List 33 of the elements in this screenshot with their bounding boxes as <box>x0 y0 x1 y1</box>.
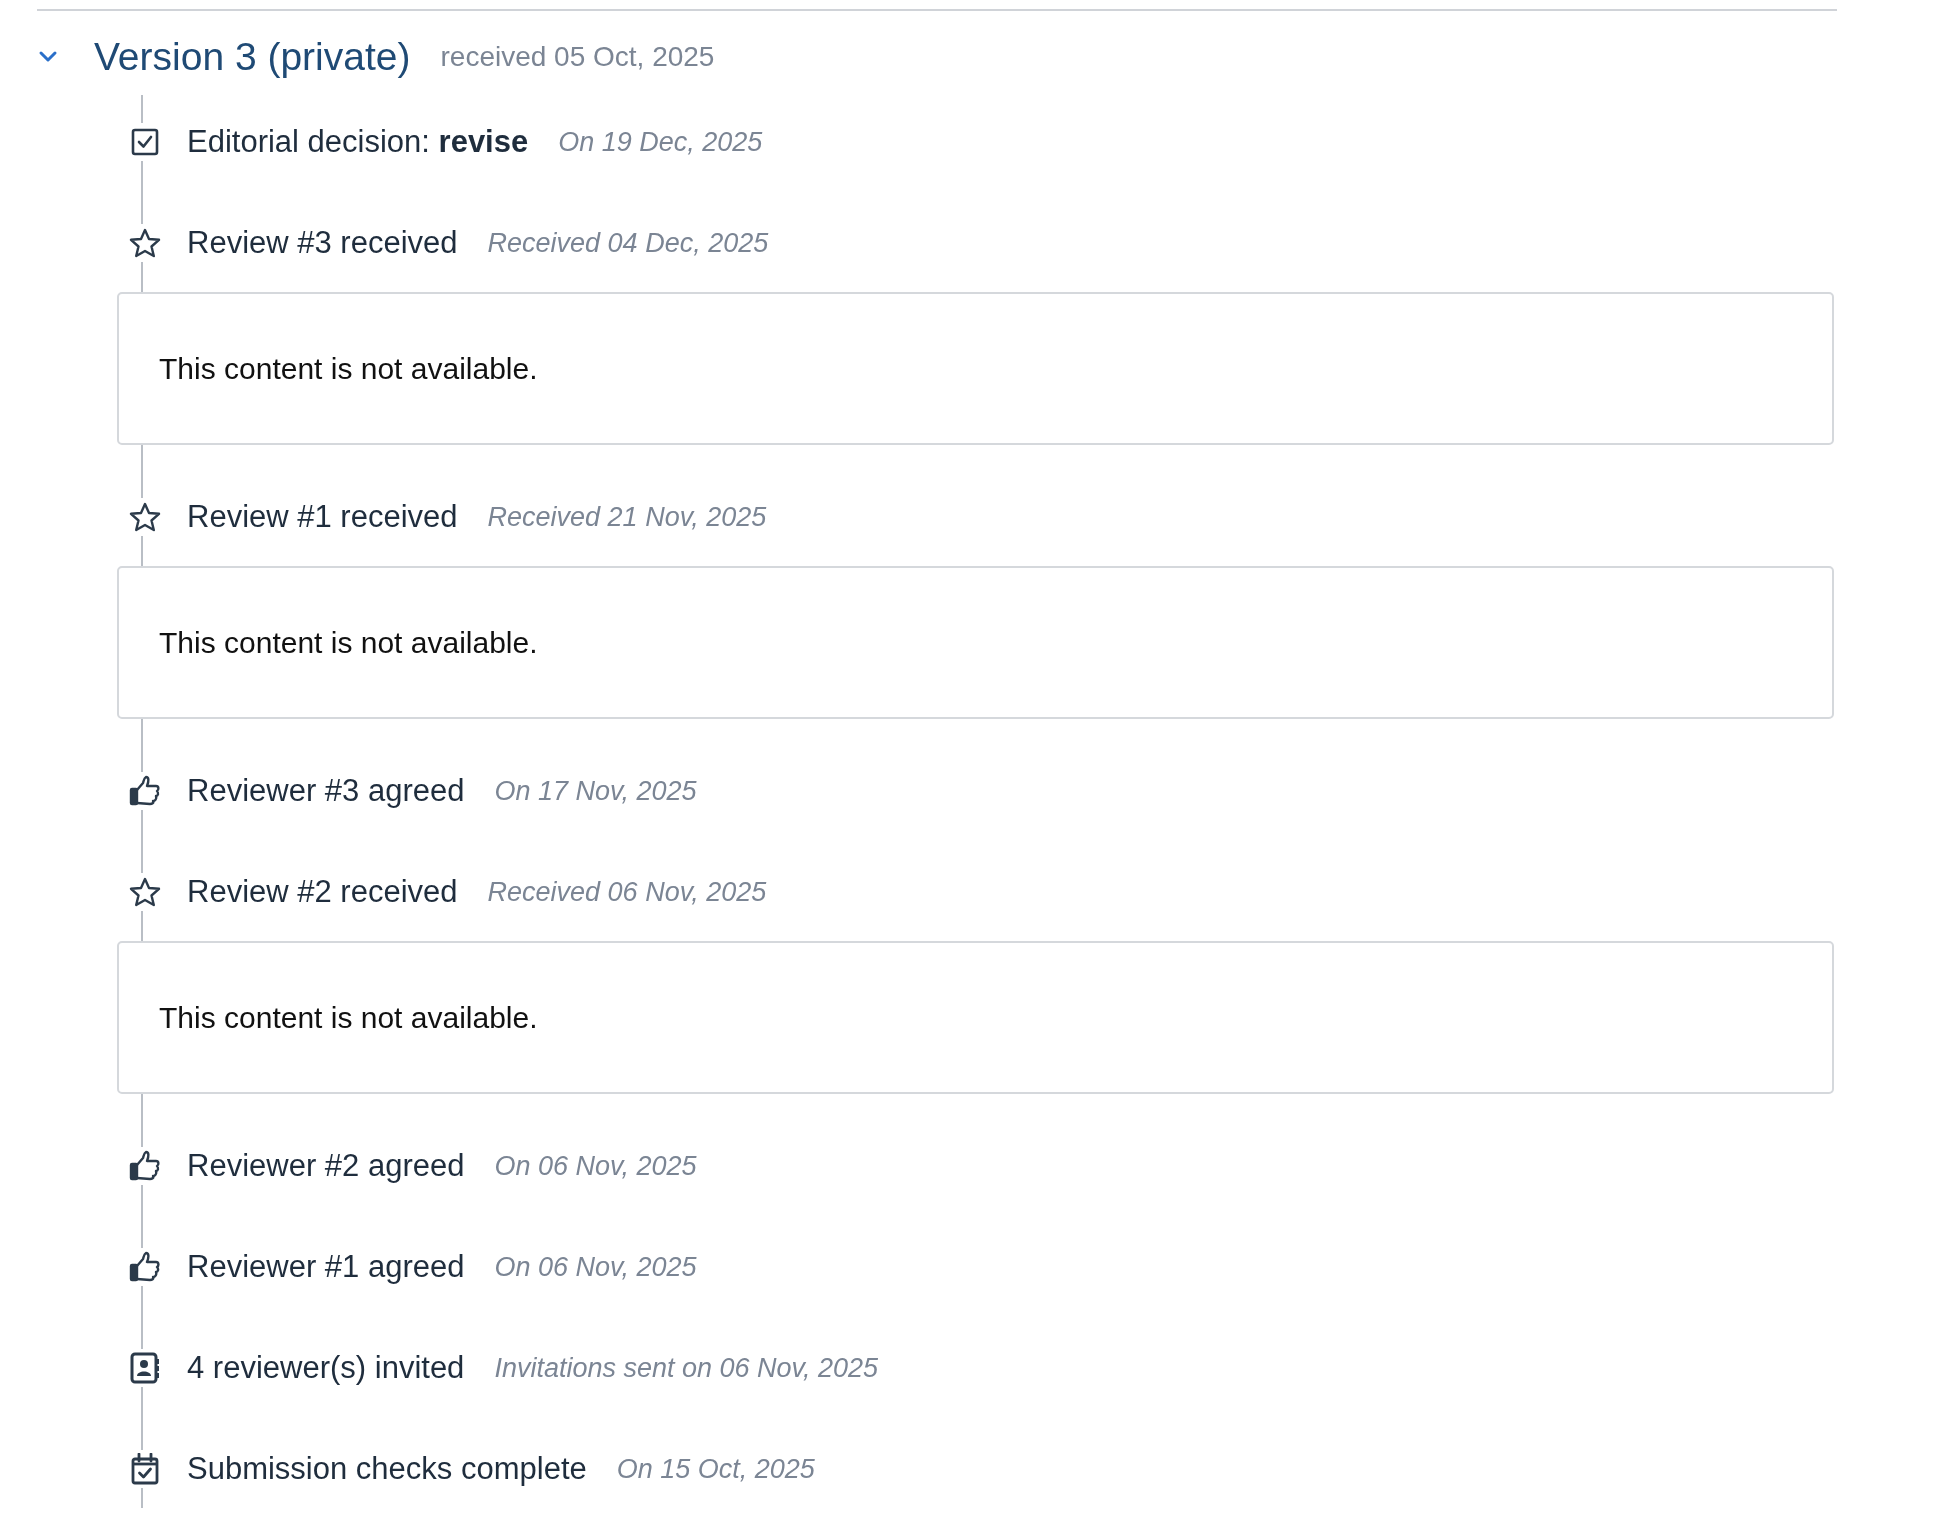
star-icon <box>129 877 161 907</box>
event-date: Invitations sent on 06 Nov, 2025 <box>494 1352 879 1384</box>
event-title: Reviewer #2 agreed <box>187 1148 465 1184</box>
version-title: Version 3 (private) <box>94 35 411 79</box>
checkbox-icon <box>131 128 159 156</box>
star-icon <box>129 228 161 258</box>
event-date: On 06 Nov, 2025 <box>494 1251 697 1283</box>
event-title: Reviewer #3 agreed <box>187 773 465 809</box>
event-title: Submission checks complete <box>187 1451 587 1487</box>
event-title: 4 reviewer(s) invited <box>187 1350 465 1386</box>
event-date: On 17 Nov, 2025 <box>494 775 697 807</box>
review-content: This content is not available. <box>159 625 538 660</box>
event-date: On 19 Dec, 2025 <box>558 126 763 158</box>
event-date: Received 04 Dec, 2025 <box>487 227 769 259</box>
star-icon <box>129 502 161 532</box>
event-title: Editorial decision: revise <box>187 124 529 160</box>
thumbs-up-icon <box>129 775 161 807</box>
review-content: This content is not available. <box>159 351 538 386</box>
event-date: On 06 Nov, 2025 <box>494 1150 697 1182</box>
thumbs-up-icon <box>129 1150 161 1182</box>
event-date: Received 21 Nov, 2025 <box>487 501 767 533</box>
review-content: This content is not available. <box>159 1000 538 1035</box>
event-title: Review #2 received <box>187 874 458 910</box>
event-title: Reviewer #1 agreed <box>187 1249 465 1285</box>
chevron-icon <box>38 50 58 64</box>
event-date: On 15 Oct, 2025 <box>616 1453 815 1485</box>
event-title: Review #1 received <box>187 499 458 535</box>
contact-book-icon <box>130 1352 160 1384</box>
thumbs-up-icon <box>129 1251 161 1283</box>
received-date: received 05 Oct, 2025 <box>440 41 715 73</box>
event-title: Review #3 received <box>187 225 458 261</box>
calendar-check-icon <box>131 1453 159 1485</box>
event-date: Received 06 Nov, 2025 <box>487 876 767 908</box>
